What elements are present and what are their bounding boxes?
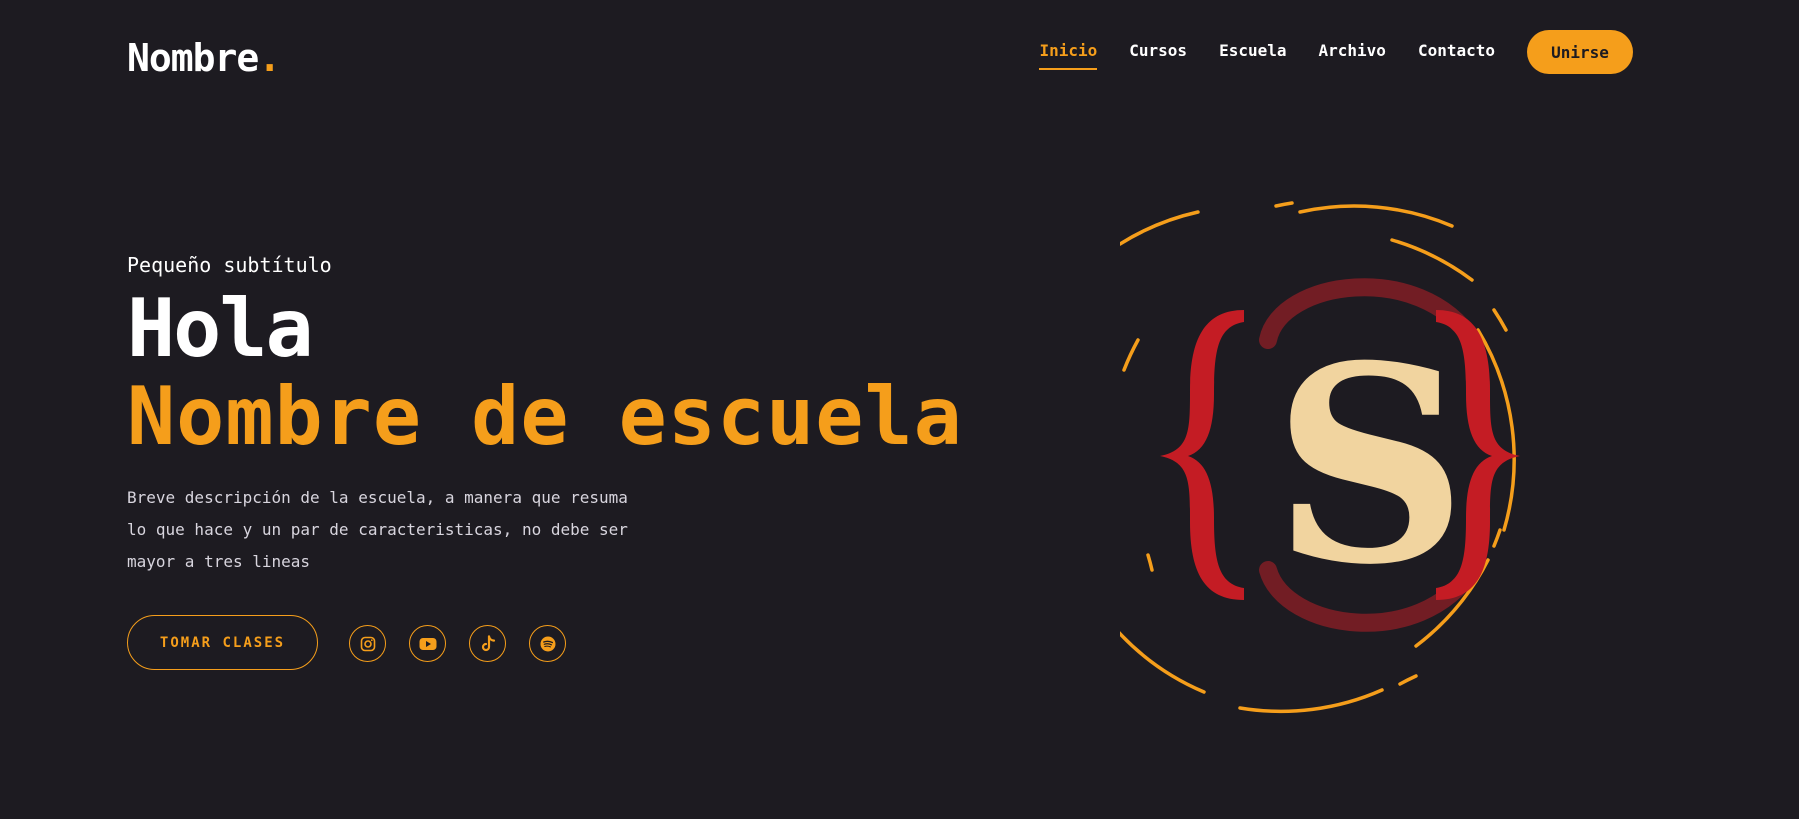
- take-classes-button[interactable]: TOMAR CLASES: [127, 615, 318, 670]
- nav-item-archivo[interactable]: Archivo: [1319, 40, 1386, 70]
- hero-description: Breve descripción de la escuela, a maner…: [127, 488, 628, 571]
- instagram-link[interactable]: [349, 625, 386, 662]
- site-logo[interactable]: Nombre.: [127, 34, 281, 82]
- social-links: [349, 625, 589, 662]
- hero-school-name: Nombre de escuela: [127, 370, 963, 463]
- spotify-link[interactable]: [529, 625, 566, 662]
- nav-item-escuela[interactable]: Escuela: [1219, 40, 1286, 70]
- logo-text: Nombre: [127, 36, 259, 80]
- nav-item-contacto[interactable]: Contacto: [1418, 40, 1495, 70]
- youtube-link[interactable]: [409, 625, 446, 662]
- landing-page: Nombre. Inicio Cursos Escuela Archivo Co…: [0, 0, 1799, 819]
- hero-subtitle: Pequeño subtítulo: [127, 253, 332, 277]
- tiktok-link[interactable]: [469, 625, 506, 662]
- instagram-icon: [360, 636, 375, 651]
- hero-greeting: Hola: [127, 282, 314, 375]
- join-button[interactable]: Unirse: [1527, 30, 1633, 74]
- school-emblem: S: [1120, 201, 1520, 714]
- tiktok-icon: [481, 634, 495, 651]
- logo-dot: .: [258, 36, 281, 80]
- nav-item-cursos[interactable]: Cursos: [1129, 40, 1187, 70]
- left-brace: [1160, 310, 1244, 600]
- nav-item-inicio[interactable]: Inicio: [1039, 40, 1098, 70]
- main-nav: Inicio Cursos Escuela Archivo Contacto U…: [1039, 30, 1633, 74]
- youtube-icon: [419, 637, 436, 650]
- emblem-letter: S: [1273, 306, 1468, 624]
- spotify-icon: [540, 636, 555, 651]
- site-header: Nombre. Inicio Cursos Escuela Archivo Co…: [0, 0, 1799, 120]
